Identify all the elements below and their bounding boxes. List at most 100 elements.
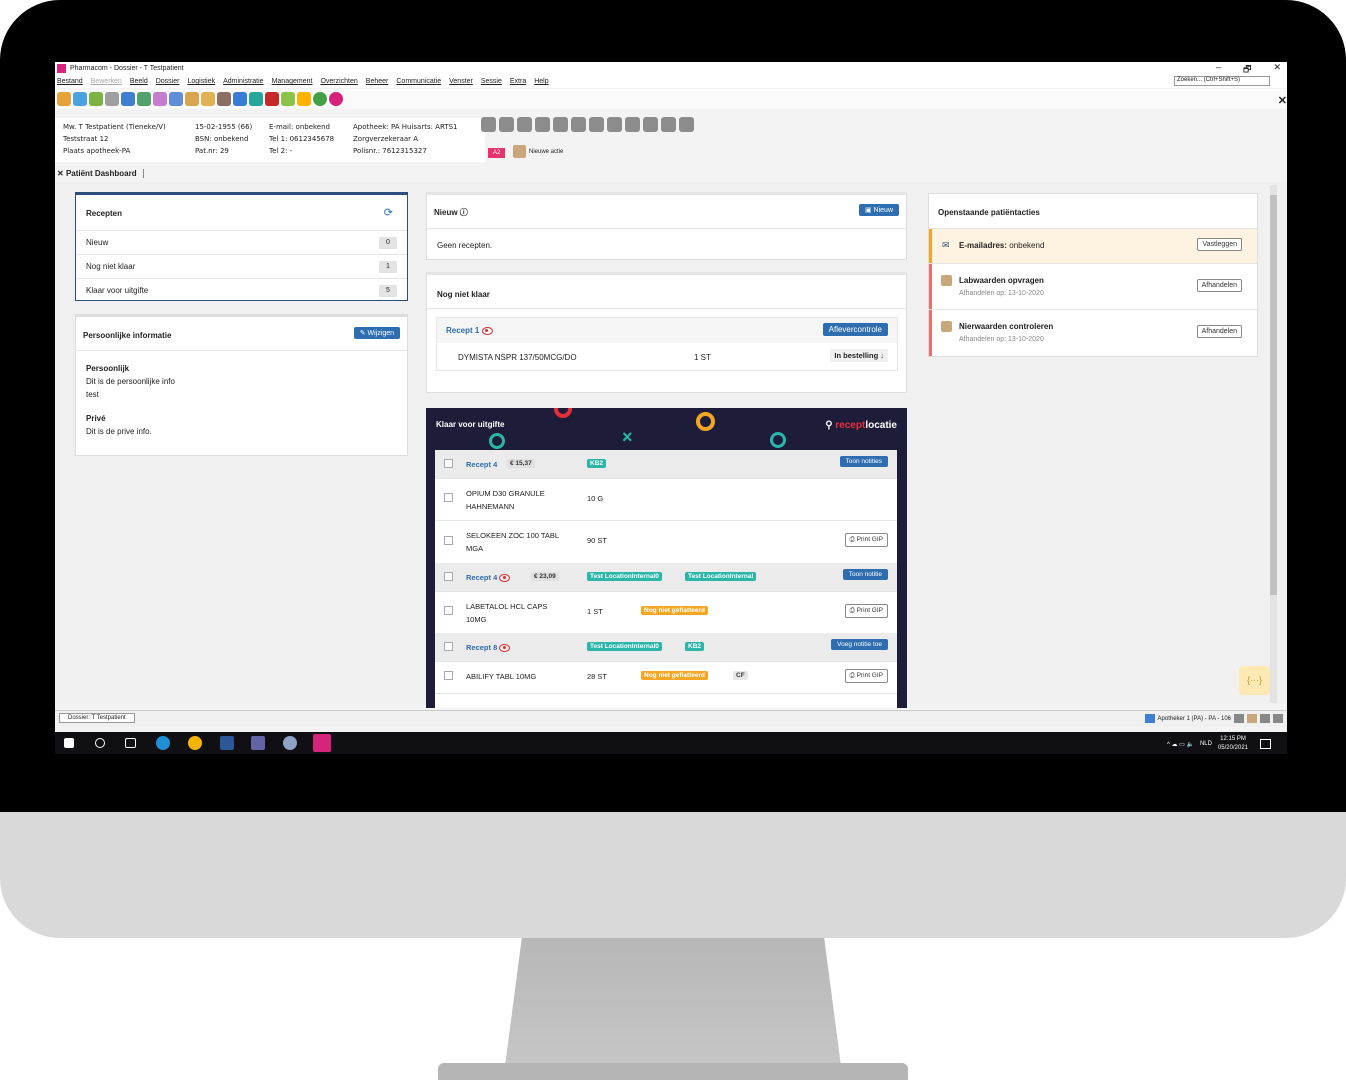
patient-action-icon[interactable] (679, 117, 694, 132)
snippet-button[interactable]: {···} (1239, 666, 1270, 695)
toolbar-icon[interactable] (89, 92, 103, 106)
eye-icon[interactable] (499, 574, 511, 583)
tray-icons[interactable]: ^ ☁ ▭ 🔈 (1167, 741, 1194, 748)
menu-beheer[interactable]: Beheer (366, 78, 389, 85)
row-checkbox[interactable] (444, 642, 453, 651)
patient-action-icon[interactable] (481, 117, 496, 132)
toolbar-icon[interactable] (281, 92, 295, 106)
status-icon[interactable] (1234, 714, 1244, 723)
recepten-row[interactable]: Nog niet klaar 1 (76, 254, 407, 279)
patient-action-icon[interactable] (517, 117, 532, 132)
print-gip-button[interactable]: ⎙ Print GIP (844, 533, 888, 547)
show-notes-button[interactable]: Toon notities (839, 456, 888, 467)
patient-action-icon[interactable] (589, 117, 604, 132)
recept-link[interactable]: Recept 8 (466, 643, 511, 653)
patient-action-icon[interactable] (499, 117, 514, 132)
row-checkbox[interactable] (444, 493, 453, 502)
row-checkbox[interactable] (444, 572, 453, 581)
vertical-scrollbar[interactable] (1270, 185, 1277, 703)
paint-icon[interactable] (283, 736, 297, 750)
patient-action-icon[interactable] (571, 117, 586, 132)
tab-patient-dashboard[interactable]: ✕ Patiënt Dashboard (57, 169, 144, 178)
menu-administratie[interactable]: Administratie (223, 78, 263, 85)
eye-icon[interactable] (481, 326, 493, 335)
language-indicator[interactable]: NLD (1200, 741, 1212, 747)
toolbar-icon[interactable] (105, 92, 119, 106)
new-recept-button[interactable]: ▣ Nieuw (858, 204, 899, 216)
recept-link[interactable]: Recept 4 (466, 573, 511, 583)
afhandelen-button[interactable]: Afhandelen (1196, 325, 1242, 338)
status-dossier-tab[interactable]: Dossier: T Testpatient (59, 713, 135, 723)
word-icon[interactable] (220, 736, 234, 750)
search-input[interactable]: Zoeken... (Ctrl+Shift+S) (1174, 76, 1270, 86)
recepten-row[interactable]: Nieuw 0 (76, 230, 407, 255)
scrollbar-thumb[interactable] (1270, 195, 1277, 595)
menu-sessie[interactable]: Sessie (481, 78, 502, 85)
toolbar-icon[interactable] (73, 92, 87, 106)
toolbar-icon[interactable] (57, 92, 71, 106)
patient-action-icon[interactable] (607, 117, 622, 132)
toolbar-icon[interactable] (137, 92, 151, 106)
patient-action-icon[interactable] (553, 117, 568, 132)
status-icon[interactable] (1247, 714, 1257, 723)
status-icon[interactable] (1273, 714, 1283, 723)
clock[interactable]: 12:15 PM 05/20/2021 (1218, 735, 1248, 753)
row-checkbox[interactable] (444, 459, 453, 468)
toolbar-icon[interactable] (217, 92, 231, 106)
eye-icon[interactable] (499, 644, 511, 653)
pharmacom-taskbar-icon[interactable] (313, 734, 331, 752)
order-status[interactable]: In bestelling ↓ (830, 349, 888, 362)
patient-action-icon[interactable] (535, 117, 550, 132)
show-note-button[interactable]: Toon notitie (842, 569, 888, 580)
close-panel-icon[interactable]: ✕ (1278, 94, 1287, 107)
chrome-icon[interactable] (188, 736, 202, 750)
toolbar-icon[interactable] (121, 92, 135, 106)
menu-bewerken[interactable]: Bewerken (91, 78, 122, 85)
vastleggen-button[interactable]: Vastleggen (1197, 238, 1242, 251)
menu-bestand[interactable]: Bestand (57, 78, 83, 85)
menu-dossier[interactable]: Dossier (156, 78, 180, 85)
patient-action-icon[interactable] (625, 117, 640, 132)
menu-overzichten[interactable]: Overzichten (320, 78, 357, 85)
row-checkbox[interactable] (444, 536, 453, 545)
afhandelen-button[interactable]: Afhandelen (1196, 279, 1242, 292)
recept-link[interactable]: Recept 4 (466, 460, 497, 469)
close-tab-icon[interactable]: ✕ (57, 169, 64, 178)
toolbar-icon[interactable] (153, 92, 167, 106)
menu-beeld[interactable]: Beeld (130, 78, 148, 85)
menu-management[interactable]: Management (272, 78, 313, 85)
patient-action-icon[interactable] (661, 117, 676, 132)
status-icon[interactable] (1260, 714, 1270, 723)
recepten-row[interactable]: Klaar voor uitgifte 5 (76, 278, 407, 303)
toolbar-icon[interactable] (201, 92, 215, 106)
notification-icon[interactable] (1260, 739, 1271, 749)
toolbar-icon[interactable] (297, 92, 311, 106)
menu-communicatie[interactable]: Communicatie (396, 78, 441, 85)
toolbar-icon[interactable] (265, 92, 279, 106)
windows-start-icon[interactable] (64, 738, 74, 748)
patient-action-icon[interactable] (643, 117, 658, 132)
print-gip-button[interactable]: ⎙ Print GIP (844, 669, 888, 683)
pharmacom-icon[interactable] (329, 92, 343, 106)
refresh-icon[interactable]: ⟳ (384, 206, 393, 219)
toolbar-icon[interactable] (233, 92, 247, 106)
teams-icon[interactable] (251, 736, 265, 750)
recept-link[interactable]: Recept 1 (446, 326, 493, 335)
menu-venster[interactable]: Venster (449, 78, 473, 85)
search-icon[interactable] (95, 738, 105, 748)
edit-button[interactable]: ✎ Wijzigen (353, 327, 400, 339)
help-icon[interactable] (313, 92, 327, 106)
aflevercontrole-button[interactable]: Aflevercontrole (822, 323, 888, 336)
toolbar-icon[interactable] (249, 92, 263, 106)
row-checkbox[interactable] (444, 671, 453, 680)
edge-icon[interactable] (156, 736, 170, 750)
add-note-button[interactable]: Voeg notitie toe (831, 639, 888, 650)
row-checkbox[interactable] (444, 606, 453, 615)
new-action-button[interactable]: Nieuwe actie (513, 145, 563, 158)
toolbar-icon[interactable] (185, 92, 199, 106)
print-gip-button[interactable]: ⎙ Print GIP (844, 604, 888, 618)
task-view-icon[interactable] (125, 738, 136, 748)
menu-logistiek[interactable]: Logistiek (187, 78, 215, 85)
menu-help[interactable]: Help (534, 78, 548, 85)
menu-extra[interactable]: Extra (510, 78, 526, 85)
